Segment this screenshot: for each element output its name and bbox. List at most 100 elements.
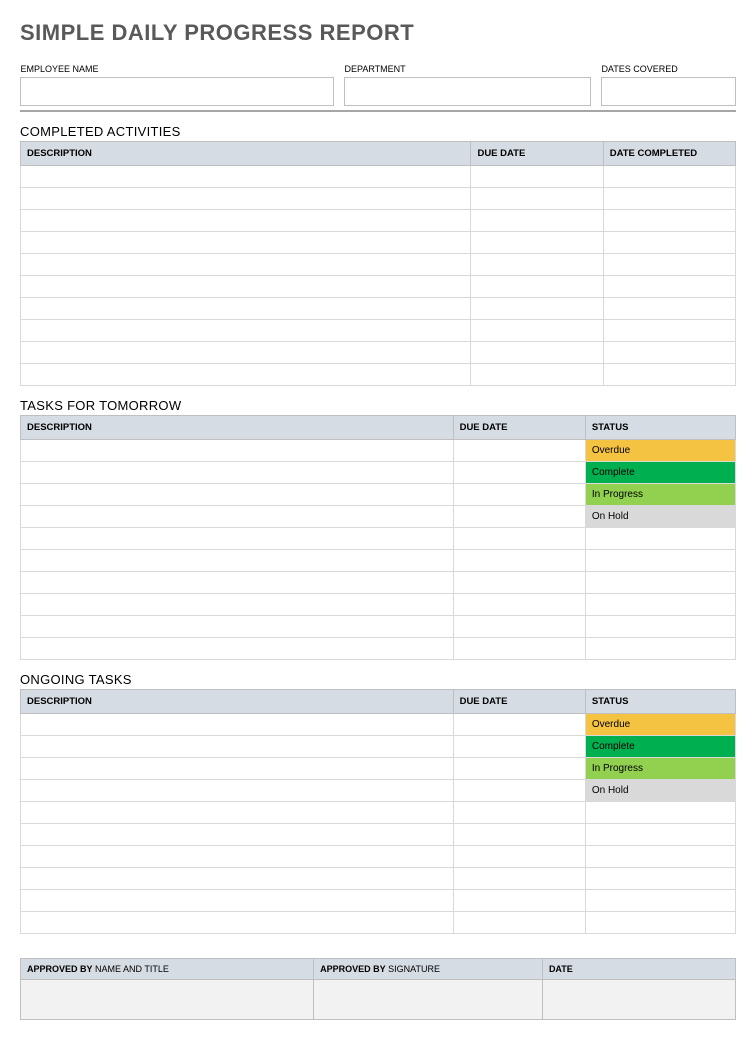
cell[interactable] (21, 276, 471, 298)
status-cell[interactable]: On Hold (585, 506, 735, 528)
cell[interactable] (21, 868, 454, 890)
cell[interactable] (603, 298, 735, 320)
cell[interactable] (471, 232, 603, 254)
status-cell[interactable]: Complete (585, 736, 735, 758)
cell[interactable] (21, 572, 454, 594)
cell[interactable] (453, 714, 585, 736)
cell[interactable] (471, 188, 603, 210)
cell[interactable] (21, 188, 471, 210)
cell[interactable] (603, 232, 735, 254)
cell[interactable] (21, 780, 454, 802)
cell[interactable] (21, 638, 454, 660)
cell[interactable] (453, 780, 585, 802)
status-cell[interactable]: On Hold (585, 780, 735, 802)
cell[interactable] (603, 276, 735, 298)
cell[interactable] (453, 868, 585, 890)
status-cell[interactable] (585, 912, 735, 934)
cell[interactable] (603, 188, 735, 210)
status-cell[interactable] (585, 890, 735, 912)
cell[interactable] (21, 364, 471, 386)
cell[interactable] (21, 714, 454, 736)
cell[interactable] (21, 890, 454, 912)
status-cell[interactable] (585, 572, 735, 594)
cell[interactable] (21, 462, 454, 484)
cell[interactable] (21, 846, 454, 868)
cell[interactable] (21, 484, 454, 506)
cell[interactable] (21, 440, 454, 462)
cell[interactable] (21, 166, 471, 188)
status-cell[interactable] (585, 550, 735, 572)
cell[interactable] (471, 254, 603, 276)
status-cell[interactable] (585, 846, 735, 868)
cell[interactable] (471, 320, 603, 342)
cell[interactable] (453, 802, 585, 824)
cell[interactable] (21, 736, 454, 758)
cell[interactable] (453, 616, 585, 638)
table-row: Complete (21, 462, 736, 484)
cell[interactable] (21, 550, 454, 572)
cell[interactable] (603, 342, 735, 364)
dates-field[interactable] (601, 78, 735, 106)
cell[interactable] (453, 550, 585, 572)
cell[interactable] (21, 616, 454, 638)
cell[interactable] (453, 736, 585, 758)
approved-signature-field[interactable] (314, 980, 543, 1020)
cell[interactable] (471, 298, 603, 320)
cell[interactable] (21, 528, 454, 550)
cell[interactable] (471, 210, 603, 232)
status-cell[interactable]: Overdue (585, 714, 735, 736)
cell[interactable] (21, 342, 471, 364)
cell[interactable] (603, 364, 735, 386)
cell[interactable] (603, 254, 735, 276)
employee-field[interactable] (21, 78, 334, 106)
approved-name-title-field[interactable] (21, 980, 314, 1020)
cell[interactable] (453, 462, 585, 484)
cell[interactable] (21, 802, 454, 824)
cell[interactable] (453, 528, 585, 550)
cell[interactable] (453, 638, 585, 660)
cell[interactable] (453, 572, 585, 594)
status-cell[interactable]: In Progress (585, 758, 735, 780)
cell[interactable] (21, 824, 454, 846)
cell[interactable] (21, 758, 454, 780)
cell[interactable] (21, 298, 471, 320)
table-row (21, 638, 736, 660)
cell[interactable] (453, 484, 585, 506)
cell[interactable] (453, 594, 585, 616)
cell[interactable] (603, 210, 735, 232)
status-cell[interactable]: Complete (585, 462, 735, 484)
status-cell[interactable] (585, 528, 735, 550)
cell[interactable] (453, 824, 585, 846)
status-cell[interactable] (585, 824, 735, 846)
cell[interactable] (21, 254, 471, 276)
cell[interactable] (21, 912, 454, 934)
table-row (21, 912, 736, 934)
cell[interactable] (471, 364, 603, 386)
status-cell[interactable] (585, 638, 735, 660)
cell[interactable] (21, 506, 454, 528)
cell[interactable] (21, 320, 471, 342)
status-cell[interactable] (585, 616, 735, 638)
cell[interactable] (453, 846, 585, 868)
cell[interactable] (471, 166, 603, 188)
cell[interactable] (21, 232, 471, 254)
status-cell[interactable]: Overdue (585, 440, 735, 462)
cell[interactable] (603, 320, 735, 342)
status-cell[interactable] (585, 594, 735, 616)
cell[interactable] (471, 276, 603, 298)
approved-date-field[interactable] (542, 980, 735, 1020)
status-cell[interactable]: In Progress (585, 484, 735, 506)
cell[interactable] (21, 210, 471, 232)
cell[interactable] (453, 758, 585, 780)
cell[interactable] (603, 166, 735, 188)
cell[interactable] (453, 890, 585, 912)
status-cell[interactable] (585, 868, 735, 890)
cell[interactable] (21, 594, 454, 616)
status-cell[interactable] (585, 802, 735, 824)
cell[interactable] (453, 440, 585, 462)
cell[interactable] (453, 912, 585, 934)
department-field[interactable] (344, 78, 590, 106)
table-row (21, 550, 736, 572)
cell[interactable] (471, 342, 603, 364)
cell[interactable] (453, 506, 585, 528)
